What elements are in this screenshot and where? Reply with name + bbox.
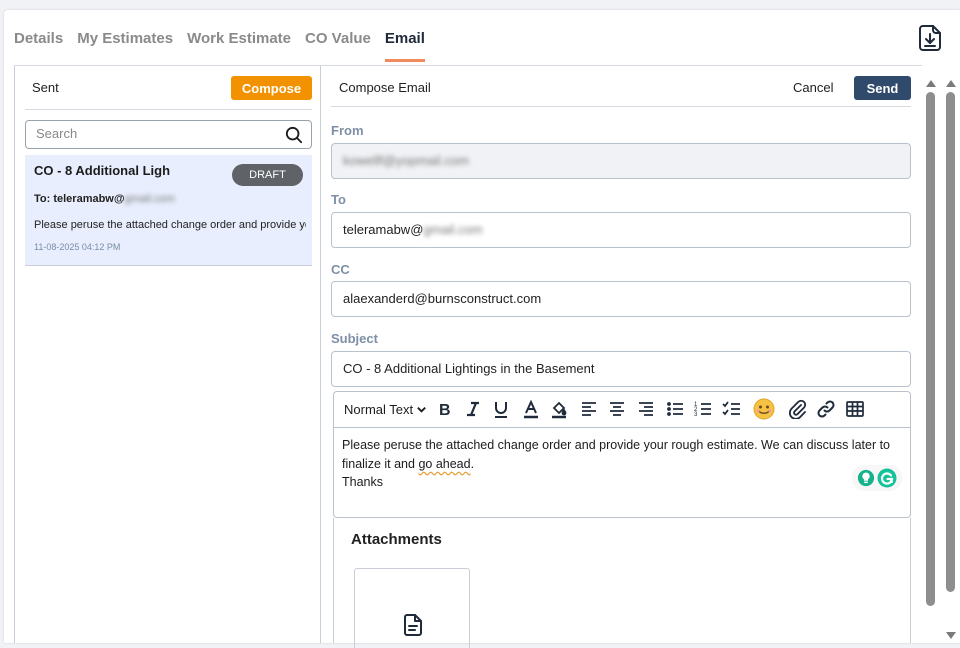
checklist-icon[interactable] [722, 398, 742, 420]
body-text: finalize it and [342, 456, 419, 471]
to-field[interactable]: teleramabw@gmail.com [331, 212, 911, 248]
tab-work-estimate[interactable]: Work Estimate [187, 30, 291, 62]
rich-text-editor: Normal Text B 1 2 3 Please peruse the at… [333, 391, 911, 518]
body-line: finalize it and go ahead. [342, 455, 902, 474]
email-body[interactable]: Please peruse the attached change order … [342, 436, 902, 492]
compose-divider [331, 106, 911, 107]
main-card: Details My Estimates Work Estimate CO Va… [4, 10, 960, 648]
scroll-up-icon[interactable] [946, 80, 956, 87]
search-box [25, 120, 312, 149]
lightbulb-icon[interactable] [857, 469, 875, 487]
scrollbar-thumb[interactable] [946, 92, 955, 592]
email-recipient: To: teleramabw@gmail.com [34, 193, 175, 205]
highlight-color-icon[interactable] [549, 398, 569, 420]
svg-text:B: B [439, 402, 451, 419]
email-timestamp: 11-08-2025 04:12 PM [34, 242, 121, 252]
tab-my-estimates[interactable]: My Estimates [77, 30, 173, 62]
sent-folder-label: Sent [32, 80, 59, 95]
tab-email[interactable]: Email [384, 30, 425, 62]
editor-scrollbar[interactable] [922, 76, 940, 643]
scroll-down-icon[interactable] [946, 632, 956, 639]
masked-text: kowellf@yopmail.com [343, 153, 469, 168]
file-download-icon[interactable] [918, 25, 942, 51]
align-right-icon[interactable] [636, 398, 656, 420]
table-icon[interactable] [845, 398, 865, 420]
attachment-card[interactable] [354, 568, 470, 648]
page-scrollbar[interactable] [942, 76, 960, 643]
cc-field[interactable]: alaexanderd@burnsconstruct.com [331, 281, 911, 317]
send-button[interactable]: Send [854, 76, 911, 100]
grammarly-icon[interactable] [877, 468, 897, 488]
underline-icon[interactable] [491, 398, 511, 420]
to-label: To [331, 192, 346, 207]
bold-icon[interactable]: B [435, 398, 455, 420]
status-badge: DRAFT [232, 164, 303, 186]
bullet-list-icon[interactable] [665, 398, 685, 420]
scroll-up-icon[interactable] [926, 80, 936, 87]
body-line: Please peruse the attached change order … [342, 438, 891, 452]
email-subject: CO - 8 Additional Lighting [34, 163, 170, 178]
link-icon[interactable] [816, 398, 836, 420]
list-divider [25, 109, 312, 110]
search-input[interactable] [36, 126, 266, 141]
subject-label: Subject [331, 331, 378, 346]
italic-icon[interactable] [463, 398, 483, 420]
numbered-list-icon[interactable]: 123 [693, 398, 713, 420]
svg-text:3: 3 [694, 412, 698, 418]
cancel-button[interactable]: Cancel [793, 80, 833, 95]
attachments-title: Attachments [351, 531, 442, 548]
chevron-down-icon [417, 406, 426, 413]
attachment-icon[interactable] [787, 398, 807, 420]
grammar-suggestion-text[interactable]: go ahead [418, 457, 470, 471]
masked-text: gmail.com [423, 222, 483, 237]
list-item-email[interactable]: CO - 8 Additional Lighting DRAFT To: tel… [25, 155, 312, 266]
text-format-select[interactable]: Normal Text [344, 398, 427, 420]
text-format-value: Normal Text [344, 401, 414, 417]
editor-toolbar: Normal Text B 1 2 3 [334, 392, 910, 428]
font-color-icon[interactable] [521, 398, 541, 420]
compose-title: Compose Email [339, 80, 431, 95]
from-label: From [331, 123, 364, 138]
document-icon [404, 614, 422, 636]
email-preview: Please peruse the attached change order … [34, 219, 306, 231]
body-line: Thanks [342, 475, 383, 489]
emoji-icon[interactable] [753, 398, 775, 420]
cc-label: CC [331, 262, 350, 277]
subject-field[interactable]: CO - 8 Additional Lightings in the Basem… [331, 351, 911, 387]
tab-co-value[interactable]: CO Value [305, 30, 371, 62]
body-text: . [470, 456, 475, 471]
compose-panel: Compose Email Cancel Send From kowellf@y… [321, 66, 921, 648]
align-left-icon[interactable] [579, 398, 599, 420]
tab-bar: Details My Estimates Work Estimate CO Va… [14, 30, 425, 62]
from-field: kowellf@yopmail.com [331, 143, 911, 179]
align-center-icon[interactable] [607, 398, 627, 420]
email-list-panel: Sent Compose CO - 8 Additional Lighting … [14, 66, 321, 643]
search-icon[interactable] [285, 126, 303, 144]
compose-button[interactable]: Compose [231, 76, 312, 100]
tab-details[interactable]: Details [14, 30, 63, 62]
scrollbar-thumb[interactable] [926, 92, 935, 606]
email-recipient-text: To: teleramabw@ [34, 193, 125, 205]
masked-text: gmail.com [124, 193, 175, 205]
grammarly-widget[interactable] [852, 465, 902, 491]
to-field-text: teleramabw@ [343, 222, 424, 237]
